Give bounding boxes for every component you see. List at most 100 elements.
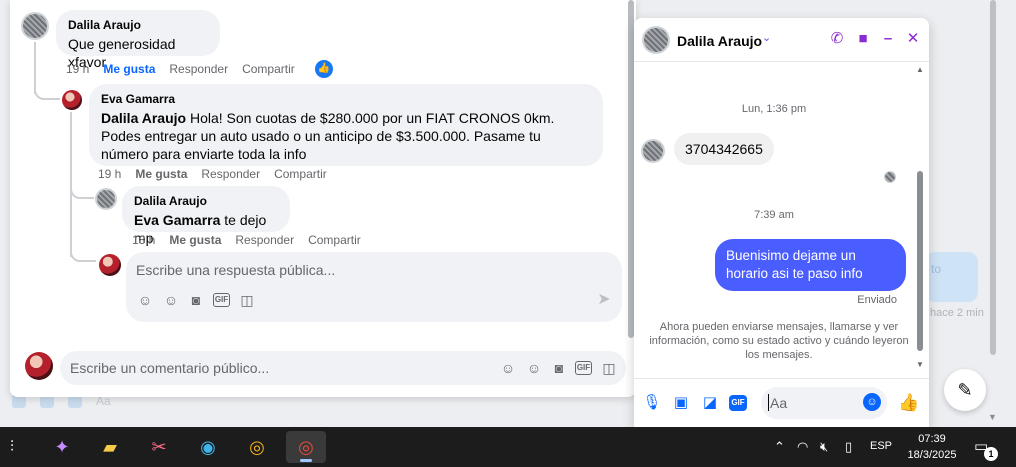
video-icon[interactable]: ■ — [853, 29, 873, 49]
notification-badge: 1 — [984, 447, 998, 461]
reply-author[interactable]: Eva Gamarra — [101, 92, 591, 106]
chevron-down-icon[interactable]: ⌄ — [762, 31, 771, 44]
file-explorer-icon[interactable]: ▰ — [90, 431, 130, 463]
microphone-icon[interactable]: 🎙 — [642, 393, 662, 413]
camera-icon[interactable]: ◙ — [188, 292, 204, 308]
comment-input[interactable]: Escribe un comentario público... ☺ ☺ ◙ G… — [60, 351, 626, 385]
clock-date: 18/3/2025 — [907, 449, 957, 461]
post-comments-panel: Dalila Araujo Que generosidad xfavor 19 … — [10, 0, 636, 397]
gif-icon[interactable]: GIF — [213, 293, 230, 307]
taskbar: ⫶ ✦ ▰ ✂ ◉ ◎ ◎ ⌃ ◠ 🔇︎ ▯ ESP 07:39 18/3/20… — [0, 427, 1016, 467]
wifi-icon[interactable]: ◠ — [797, 439, 808, 455]
comment-time[interactable]: 19 h — [66, 62, 89, 76]
copilot-icon[interactable]: ✦ — [42, 431, 82, 463]
text-caret — [768, 394, 769, 411]
task-view-icon[interactable]: ⫶ — [0, 431, 32, 463]
phone-icon[interactable]: ✆ — [827, 29, 847, 49]
my-avatar[interactable] — [99, 254, 121, 276]
chat-messages: Lun, 1:36 pm 3704342665 7:39 am Buenisim… — [634, 63, 929, 371]
volume-muted-icon[interactable]: 🔇︎ — [820, 439, 828, 455]
message-timestamp: Lun, 1:36 pm — [741, 103, 807, 115]
reply-actions: 18 h Me gusta Responder Compartir — [132, 233, 361, 247]
emoji-icon[interactable]: ☺ — [863, 393, 881, 411]
reply-button[interactable]: Responder — [201, 167, 260, 181]
avatar-dalila[interactable] — [95, 188, 117, 210]
outgoing-message[interactable]: Buenisimo dejame un horario asi te paso … — [715, 239, 906, 291]
gif-icon[interactable]: GIF — [575, 361, 592, 375]
background-card: to — [925, 252, 978, 302]
read-receipt-note: Ahora pueden enviarse mensajes, llamarse… — [649, 321, 909, 361]
like-thumb-icon[interactable]: 👍 — [898, 393, 919, 413]
thread-connector — [70, 248, 96, 262]
message-input[interactable]: Aa ☺ — [761, 387, 887, 419]
sticker-icon[interactable]: ◪ — [700, 393, 720, 413]
scroll-down-arrow: ▼ — [916, 360, 924, 369]
my-avatar[interactable] — [25, 352, 53, 380]
reply-button[interactable]: Responder — [169, 62, 228, 76]
comment-bubble: Dalila Araujo Que generosidad xfavor — [56, 10, 220, 70]
reply-bubble: Eva Gamarra Dalila Araujo Hola! Son cuot… — [89, 84, 603, 166]
sender-avatar[interactable] — [641, 139, 665, 163]
close-icon[interactable]: ✕ — [903, 29, 923, 49]
chevron-up-icon[interactable]: ⌃ — [774, 439, 785, 455]
message-input-placeholder: Aa — [770, 395, 788, 411]
reply-bubble: Dalila Araujo Eva Gamarra te dejo mp — [122, 186, 290, 246]
comment-actions: 19 h Me gusta Responder Compartir 👍 — [66, 60, 333, 78]
battery-icon[interactable]: ▯ — [845, 439, 852, 455]
send-icon[interactable]: ➤ — [596, 292, 612, 308]
chat-contact-name[interactable]: Dalila Araujo — [677, 33, 762, 49]
chat-scrollbar[interactable]: ▲ ▼ — [916, 63, 924, 371]
reply-time[interactable]: 19 h — [98, 167, 121, 181]
mention-link[interactable]: Eva Gamarra — [134, 212, 220, 228]
thread-connector — [70, 185, 94, 199]
reply-input-placeholder: Escribe una respuesta pública... — [136, 262, 336, 278]
thread-connector — [34, 82, 60, 100]
chat-avatar[interactable] — [642, 26, 670, 54]
like-reaction-icon[interactable]: 👍 — [314, 60, 333, 78]
page-scrollbar[interactable] — [988, 0, 998, 355]
comment-input-placeholder: Escribe un comentario público... — [70, 360, 270, 376]
share-button[interactable]: Compartir — [274, 167, 327, 181]
gif-icon[interactable]: GIF — [729, 395, 747, 411]
mention-link[interactable]: Dalila Araujo — [101, 110, 186, 126]
new-message-button[interactable]: ✎ — [944, 369, 986, 411]
reply-time[interactable]: 18 h — [132, 233, 155, 247]
clock[interactable]: 07:39 18/3/2025 — [904, 431, 960, 463]
share-button[interactable]: Compartir — [242, 62, 295, 76]
like-button[interactable]: Me gusta — [103, 62, 155, 76]
avatar-sticker-icon[interactable]: ☺ — [500, 360, 516, 376]
language-indicator[interactable]: ESP — [870, 440, 892, 452]
reply-author[interactable]: Dalila Araujo — [134, 194, 278, 208]
avatar-eva[interactable] — [62, 90, 82, 110]
reply-actions: 19 h Me gusta Responder Compartir — [98, 167, 327, 181]
camera-icon[interactable]: ◙ — [551, 360, 567, 376]
sticker-icon[interactable]: ◫ — [239, 292, 255, 308]
clock-time: 07:39 — [918, 433, 946, 445]
avatar-sticker-icon[interactable]: ☺ — [137, 292, 153, 308]
edge-icon[interactable]: ◉ — [188, 431, 228, 463]
avatar-dalila[interactable] — [21, 12, 49, 40]
sticker-icon[interactable]: ◫ — [601, 360, 617, 376]
chat-window: Dalila Araujo ⌄ ✆ ■ – ✕ Lun, 1:36 pm 370… — [634, 18, 929, 427]
emoji-icon[interactable]: ☺ — [526, 360, 542, 376]
sent-status: Enviado — [857, 294, 897, 306]
seen-avatar-icon — [884, 171, 896, 183]
share-button[interactable]: Compartir — [308, 233, 361, 247]
reply-input[interactable]: Escribe una respuesta pública... ☺ ☺ ◙ G… — [126, 252, 622, 322]
minimize-icon[interactable]: – — [878, 29, 898, 49]
reply-button[interactable]: Responder — [235, 233, 294, 247]
like-button[interactable]: Me gusta — [135, 167, 187, 181]
incoming-message[interactable]: 3704342665 — [674, 133, 774, 165]
background-card-text: to — [931, 262, 942, 276]
image-icon[interactable]: ▣ — [671, 393, 691, 413]
chrome-icon[interactable]: ◎ — [237, 431, 277, 463]
like-button[interactable]: Me gusta — [169, 233, 221, 247]
snipping-tool-icon[interactable]: ✂ — [139, 431, 179, 463]
chrome-profile-icon[interactable]: ◎ — [286, 431, 326, 463]
page-scroll-down-arrow[interactable]: ▼ — [988, 412, 997, 422]
emoji-icon[interactable]: ☺ — [163, 292, 179, 308]
chat-header: Dalila Araujo ⌄ ✆ ■ – ✕ — [634, 18, 929, 62]
chat-composer: 🎙 ▣ ◪ GIF Aa ☺ 👍 — [634, 378, 929, 427]
comment-author[interactable]: Dalila Araujo — [68, 18, 208, 32]
compose-icon: ✎ — [957, 380, 973, 400]
